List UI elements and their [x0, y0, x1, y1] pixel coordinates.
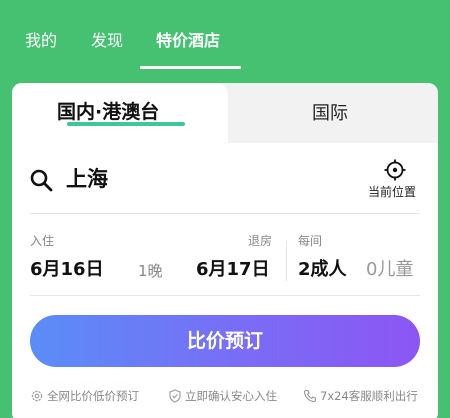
divider [30, 213, 420, 214]
checkin-date[interactable]: 6月16日 [30, 257, 104, 283]
region-tab-domestic[interactable]: 国内·港澳台 [12, 83, 228, 143]
adults-count[interactable]: 2成人 [298, 257, 347, 283]
feature-text: 全网比价低价预订 [47, 389, 139, 403]
city-input[interactable]: 上海 [66, 165, 108, 193]
feature-text: 7x24客服顺利出行 [320, 389, 418, 403]
checkout-date[interactable]: 6月17日 [196, 257, 270, 283]
kids-count[interactable]: 0儿童 [366, 257, 413, 283]
date-row: 入住 6月16日 1晚 退房 6月17日 每间 2成人 0儿童 [12, 223, 438, 293]
search-icon [30, 169, 53, 192]
feature-item: 全网比价低价预订 [30, 387, 139, 405]
divider [30, 295, 420, 296]
room-label: 每间 [298, 234, 323, 248]
feature-item: 7x24客服顺利出行 [303, 387, 418, 405]
tab-mine[interactable]: 我的 [25, 29, 57, 53]
book-button[interactable]: 比价预订 [30, 315, 420, 367]
checkout-label: 退房 [248, 234, 273, 248]
active-tab-indicator [140, 66, 241, 69]
vertical-divider [286, 241, 287, 281]
hotel-search-card: 国内·港澳台 国际 上海 当前位置 入住 6月16日 1晚 退房 6月17日 每… [12, 83, 438, 418]
city-row[interactable]: 上海 当前位置 [12, 143, 438, 211]
feature-item: 立即确认安心入住 [168, 387, 277, 405]
top-nav: 我的 发现 特价酒店 [0, 0, 450, 70]
tab-discount-hotels[interactable]: 特价酒店 [156, 29, 220, 53]
locate-icon[interactable] [384, 159, 406, 181]
gear-icon [31, 390, 43, 402]
nights-count: 1晚 [138, 262, 163, 280]
locate-label[interactable]: 当前位置 [368, 184, 416, 200]
shield-check-icon [169, 389, 181, 403]
region-tab-domestic-label: 国内·港澳台 [57, 101, 160, 123]
feature-list: 全网比价低价预订 立即确认安心入住 7x24客服顺利出行 [12, 383, 438, 409]
tab-discover[interactable]: 发现 [91, 29, 123, 53]
checkin-label: 入住 [30, 234, 55, 248]
region-tabs: 国内·港澳台 国际 [12, 83, 438, 143]
region-tab-international[interactable]: 国际 [312, 101, 348, 127]
phone-icon [303, 389, 317, 403]
feature-text: 立即确认安心入住 [185, 389, 277, 403]
